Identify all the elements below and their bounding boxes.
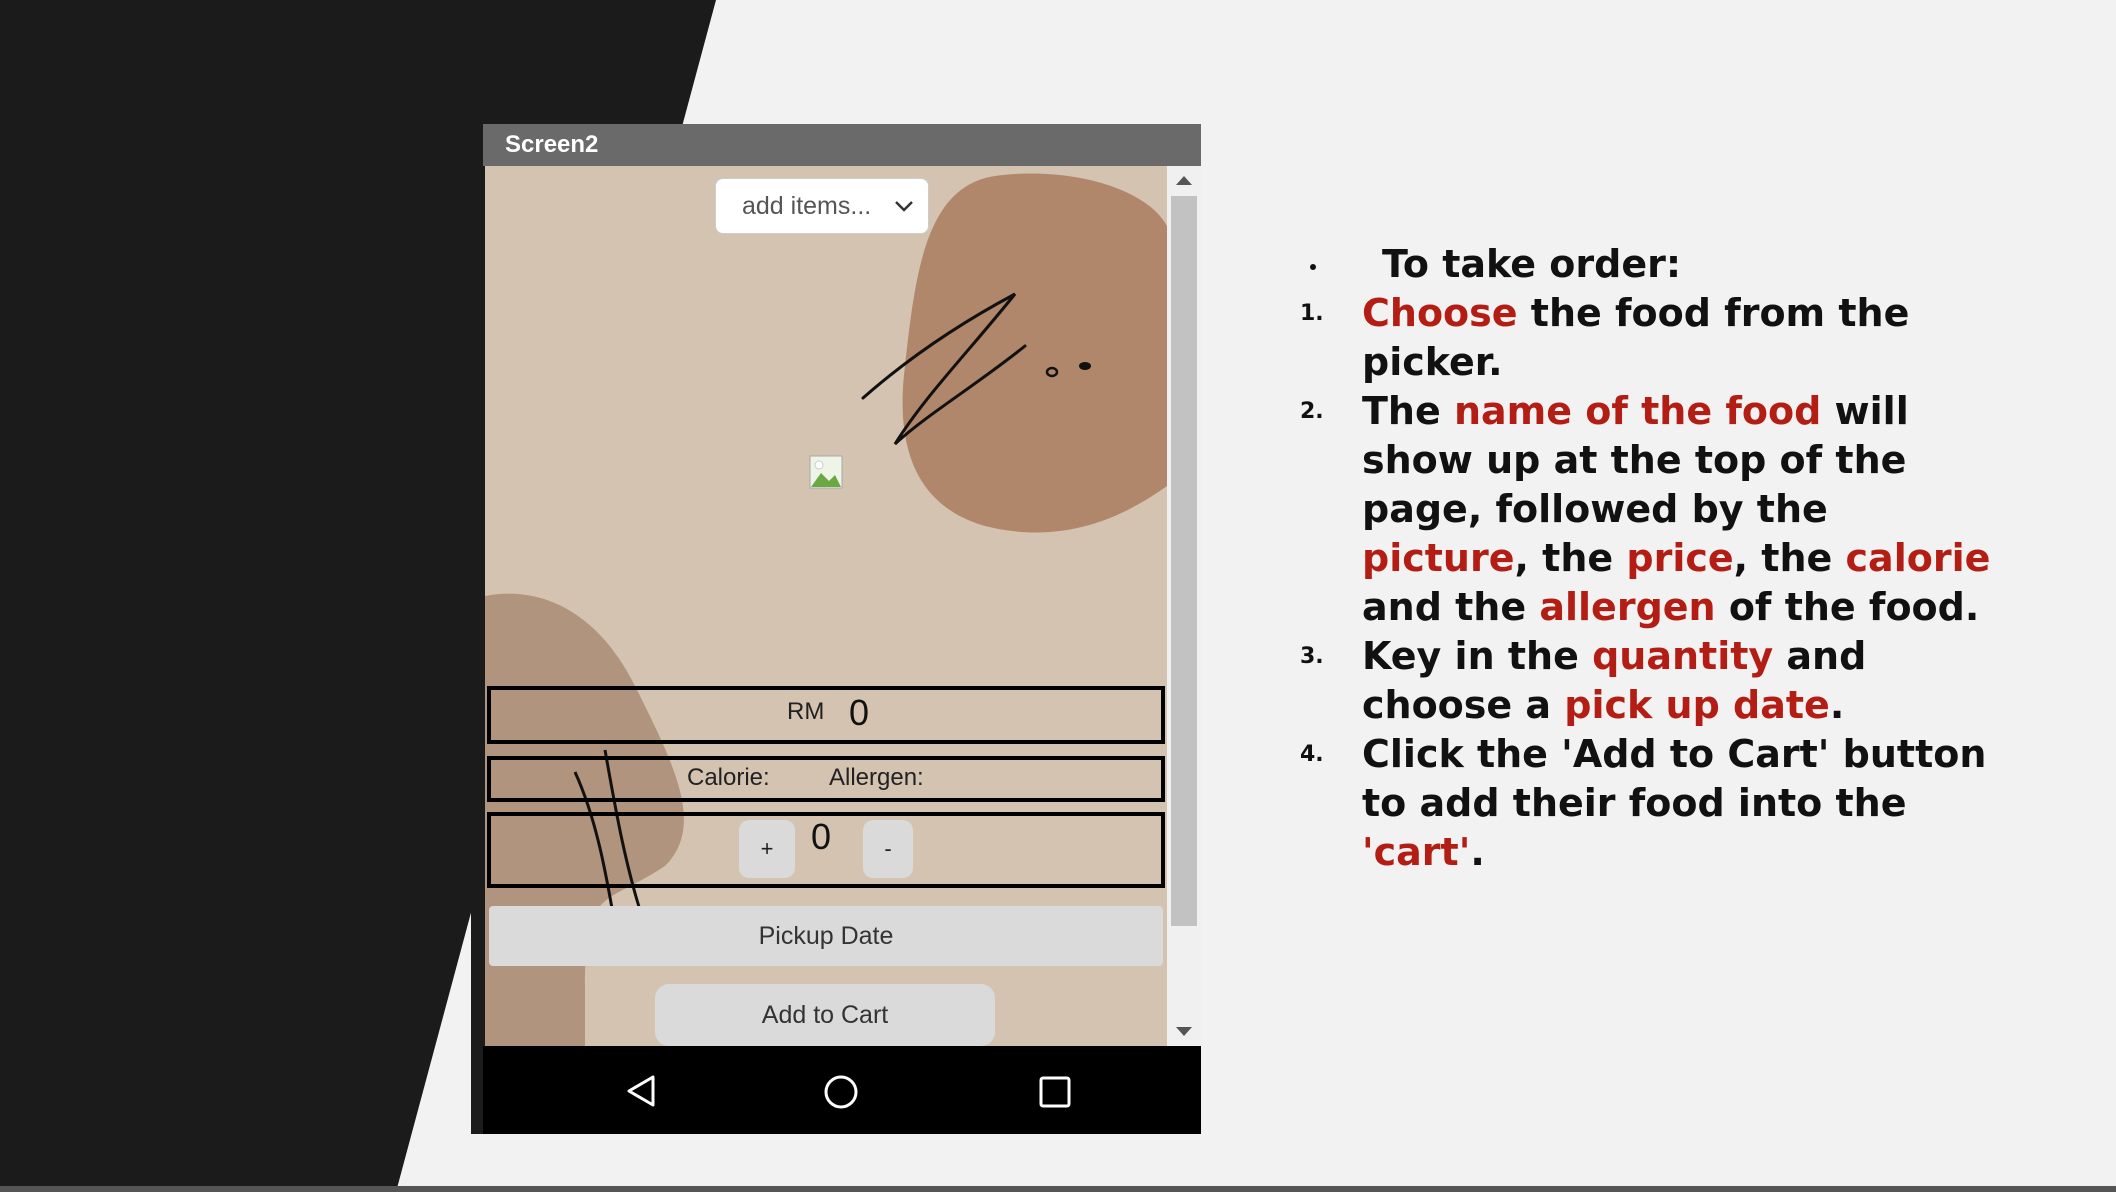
allergen-label: Allergen:	[829, 764, 924, 791]
picker-value: add items...	[742, 192, 872, 220]
step-number: 2.	[1300, 399, 1324, 424]
decrease-quantity-button[interactable]: -	[863, 820, 913, 878]
step-text: Key in the	[1362, 634, 1593, 678]
step-text: .	[1470, 830, 1485, 874]
increase-quantity-button[interactable]: +	[739, 820, 795, 878]
step-text: , the	[1733, 536, 1846, 580]
step-text: .	[1829, 683, 1845, 727]
step-number: 1.	[1300, 301, 1324, 326]
highlighted-text: Choose	[1362, 291, 1518, 335]
pickup-date-button[interactable]: Pickup Date	[489, 906, 1163, 966]
highlighted-text: calorie	[1845, 536, 1991, 580]
add-to-cart-button[interactable]: Add to Cart	[655, 984, 995, 1046]
highlighted-text: price	[1626, 536, 1734, 580]
step-text: and the	[1362, 585, 1540, 629]
instruction-step: 2. The name of the food will show up at t…	[1300, 387, 2000, 632]
step-number: 3.	[1300, 644, 1324, 669]
highlighted-text: name of the food	[1453, 389, 1822, 433]
image-icon	[809, 455, 843, 489]
scroll-thumb[interactable]	[1171, 196, 1197, 926]
quantity-row: + 0 -	[487, 812, 1165, 888]
scrollbar[interactable]	[1167, 166, 1201, 1046]
app-screen: add items... RM 0 Calorie: Allergen: + 0…	[485, 166, 1167, 1046]
calorie-label: Calorie:	[687, 764, 770, 791]
heading-text: To take order:	[1382, 242, 1682, 286]
instruction-steps: 1. Choose the food from the picker. 2. The …	[1300, 289, 2000, 877]
instructions-text: To take order: 1. Choose the food from th…	[1300, 240, 2000, 877]
recent-square-icon[interactable]	[1039, 1076, 1071, 1108]
android-nav-bar	[483, 1046, 1201, 1134]
chevron-down-icon	[895, 201, 913, 212]
step-text: Click the 'Add to Cart' button to add th…	[1362, 732, 1987, 825]
food-picker[interactable]: add items...	[715, 178, 929, 234]
step-number: 4.	[1300, 742, 1324, 767]
nutrition-row: Calorie: Allergen:	[487, 756, 1165, 802]
highlighted-text: quantity	[1592, 634, 1774, 678]
screen-title: Screen2	[483, 124, 1201, 166]
price-value: 0	[849, 692, 870, 733]
highlighted-text: 'cart'	[1362, 830, 1471, 874]
scroll-down-arrow-icon[interactable]	[1176, 1027, 1192, 1036]
step-text: The	[1362, 389, 1454, 433]
phone-emulator: Screen2 add items... RM 0 Calorie: Aller…	[471, 124, 1201, 1134]
step-text: , the	[1514, 536, 1627, 580]
instruction-step: 4. Click the 'Add to Cart' button to add …	[1300, 730, 2000, 877]
quantity-value: 0	[811, 816, 832, 857]
highlighted-text: allergen	[1539, 585, 1716, 629]
instructions-heading: To take order:	[1300, 240, 2000, 289]
instruction-step: 3. Key in the quantity and choose a pick …	[1300, 632, 2000, 730]
home-circle-icon[interactable]	[823, 1074, 859, 1110]
scroll-up-arrow-icon[interactable]	[1176, 176, 1192, 185]
highlighted-text: picture	[1362, 536, 1515, 580]
bullet-dot	[1310, 264, 1316, 270]
price-row: RM 0	[487, 686, 1165, 744]
back-triangle-icon[interactable]	[625, 1074, 657, 1108]
highlighted-text: pick up date	[1564, 683, 1830, 727]
currency-label: RM	[787, 698, 825, 725]
step-text: of the food.	[1715, 585, 1980, 629]
instruction-step: 1. Choose the food from the picker.	[1300, 289, 2000, 387]
